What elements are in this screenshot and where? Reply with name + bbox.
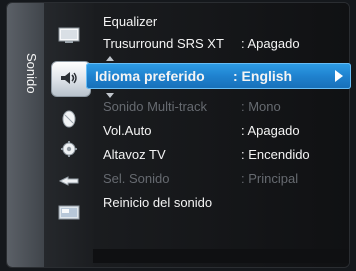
menu-item-label: Idioma preferido	[95, 68, 205, 84]
menu-item-equalizer[interactable]: Equalizer	[94, 11, 349, 33]
menu-item-sonido-multi-track[interactable]: Sonido Multi-track : Mono	[94, 96, 349, 118]
category-tab-label: Sonido	[24, 53, 39, 94]
menu-item-label: Altavoz TV	[103, 147, 166, 162]
channel-icon[interactable]	[58, 110, 80, 128]
scroll-up-icon	[106, 56, 114, 61]
input-icon[interactable]	[58, 171, 80, 189]
application-icon[interactable]	[58, 203, 80, 221]
menu-item-value: : Apagado	[241, 123, 300, 138]
sound-icon[interactable]	[58, 69, 80, 87]
submenu-arrow-icon[interactable]	[335, 70, 343, 82]
category-icon-column	[44, 3, 125, 267]
menu-bottom-bar	[93, 249, 349, 263]
category-tab[interactable]: Sonido	[7, 3, 44, 267]
menu-item-value: : Mono	[241, 99, 281, 114]
menu-content: Equalizer Trusurround SRS XT : Apagado S…	[94, 3, 349, 267]
menu-item-label: Sonido Multi-track	[103, 99, 208, 114]
menu-frame: Sonido Equalizer Trusurround SRS XT: Ap…	[6, 2, 350, 268]
menu-item-idioma-preferido[interactable]: Idioma preferido : English	[86, 63, 351, 89]
menu-item-label: Trusurround SRS XT	[103, 36, 224, 51]
menu-item-vol-auto[interactable]: Vol.Auto : Apagado	[94, 120, 349, 142]
scroll-down-icon	[106, 93, 114, 98]
menu-item-value: : Encendido	[241, 147, 310, 162]
menu-item-label: Vol.Auto	[103, 123, 152, 138]
menu-item-label: Reinicio del sonido	[103, 195, 213, 210]
menu-item-reinicio-del-sonido[interactable]: Reinicio del sonido	[94, 192, 349, 214]
picture-icon[interactable]	[58, 26, 80, 44]
menu-item-value: : English	[233, 68, 293, 84]
menu-item-label: Sel. Sonido	[103, 171, 170, 186]
menu-item-sel-sonido[interactable]: Sel. Sonido : Principal	[94, 168, 349, 190]
menu-item-label: Equalizer	[103, 14, 158, 29]
menu-item-altavoz-tv[interactable]: Altavoz TV : Encendido	[94, 144, 349, 166]
setup-icon[interactable]	[58, 140, 80, 158]
menu-item-trusurround[interactable]: Trusurround SRS XT : Apagado	[94, 33, 349, 55]
menu-item-value: : Apagado	[241, 36, 300, 51]
tv-osd: Sonido Equalizer Trusurround SRS XT: Ap…	[0, 0, 356, 271]
menu-item-value: : Principal	[241, 171, 299, 186]
